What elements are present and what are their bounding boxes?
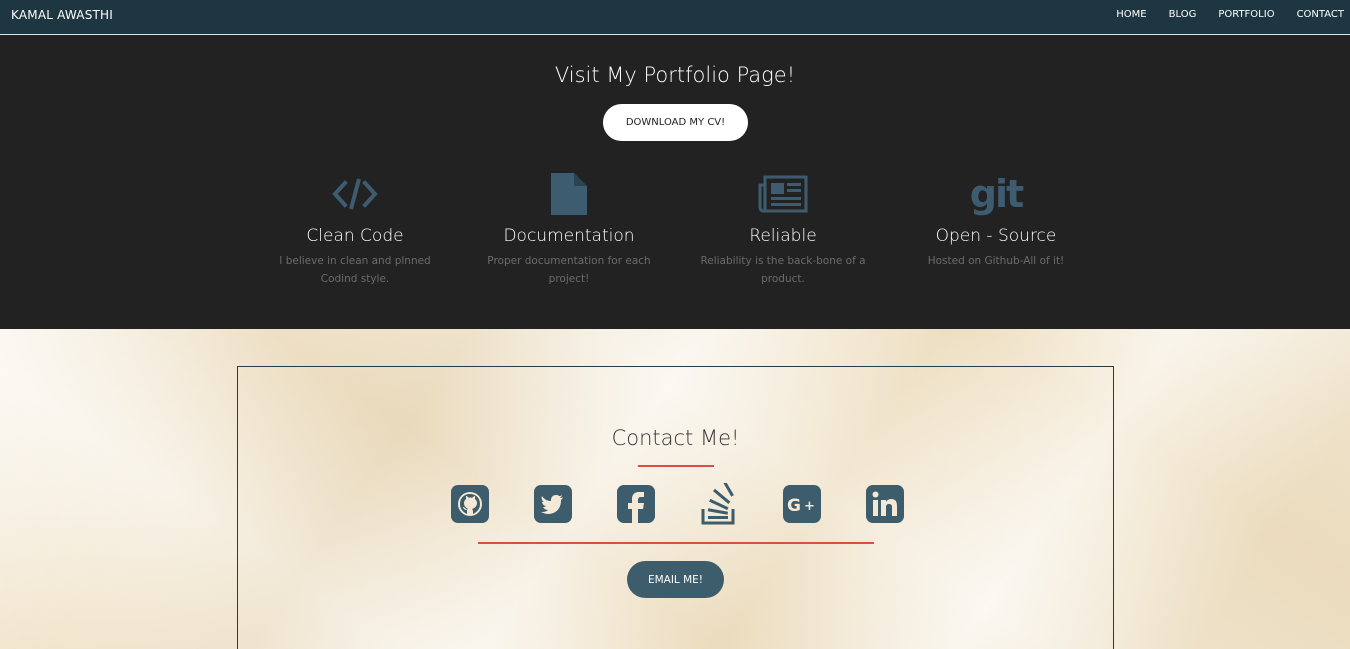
- stackoverflow-icon[interactable]: [700, 483, 738, 525]
- facebook-icon[interactable]: [617, 485, 655, 523]
- svg-text:G: G: [787, 496, 801, 516]
- nav-links: HOME BLOG PORTFOLIO CONTACT: [1094, 9, 1344, 20]
- newspaper-icon: [693, 170, 873, 218]
- contact-box: Contact Me! G + EMAIL ME!: [237, 366, 1114, 649]
- navbar: KAMAL AWASTHI HOME BLOG PORTFOLIO CONTAC…: [0, 0, 1350, 35]
- contact-section: Contact Me! G + EMAIL ME!: [0, 329, 1350, 649]
- nav-blog[interactable]: BLOG: [1169, 9, 1197, 20]
- feature-documentation: Documentation Proper documentation for e…: [479, 170, 659, 288]
- email-me-button[interactable]: EMAIL ME!: [627, 561, 724, 598]
- feature-title: Reliable: [749, 226, 817, 246]
- feature-desc-line: product.: [761, 273, 805, 285]
- svg-text:+: +: [804, 499, 815, 514]
- feature-description: Proper documentation for each project!: [479, 252, 659, 288]
- download-cv-button[interactable]: DOWNLOAD MY CV!: [603, 104, 748, 141]
- feature-reliable: Reliable Reliability is the back-bone of…: [693, 170, 873, 288]
- social-links: G +: [451, 483, 949, 525]
- feature-description: I believe in clean and plnned Codind sty…: [265, 252, 445, 288]
- file-icon: [479, 170, 659, 218]
- brand-name[interactable]: KAMAL AWASTHI: [11, 8, 113, 22]
- feature-desc-line: Codind style.: [320, 273, 390, 285]
- feature-desc-line: Proper documentation for each: [487, 255, 651, 267]
- googleplus-icon[interactable]: G +: [783, 485, 821, 523]
- feature-open-source: git Open - Source Hosted on Github-All o…: [906, 170, 1086, 270]
- title-divider: [638, 465, 714, 467]
- feature-title: Documentation: [503, 226, 635, 246]
- feature-clean-code: Clean Code I believe in clean and plnned…: [265, 170, 445, 288]
- nav-contact[interactable]: CONTACT: [1297, 9, 1344, 20]
- linkedin-icon[interactable]: [866, 485, 904, 523]
- portfolio-title: Visit My Portfolio Page!: [554, 63, 796, 87]
- feature-title: Clean Code: [306, 226, 404, 246]
- feature-desc-line: Reliability is the back-bone of a: [700, 255, 866, 267]
- github-icon[interactable]: [451, 485, 489, 523]
- nav-portfolio[interactable]: PORTFOLIO: [1218, 9, 1274, 20]
- twitter-icon[interactable]: [534, 485, 572, 523]
- portfolio-section: Visit My Portfolio Page! DOWNLOAD MY CV!…: [0, 35, 1350, 329]
- feature-desc-line: I believe in clean and plnned: [279, 255, 431, 267]
- contact-title: Contact Me!: [611, 426, 740, 450]
- code-icon: [265, 170, 445, 218]
- feature-desc-line: project!: [548, 273, 590, 285]
- nav-home[interactable]: HOME: [1116, 9, 1146, 20]
- feature-description: Reliability is the back-bone of a produc…: [693, 252, 873, 288]
- feature-desc-line: Hosted on Github-All of it!: [927, 255, 1065, 267]
- feature-title: Open - Source: [935, 226, 1057, 246]
- feature-description: Hosted on Github-All of it!: [906, 252, 1086, 270]
- git-icon: git: [906, 170, 1086, 218]
- social-divider: [478, 542, 874, 544]
- git-logo-text: git: [969, 172, 1024, 216]
